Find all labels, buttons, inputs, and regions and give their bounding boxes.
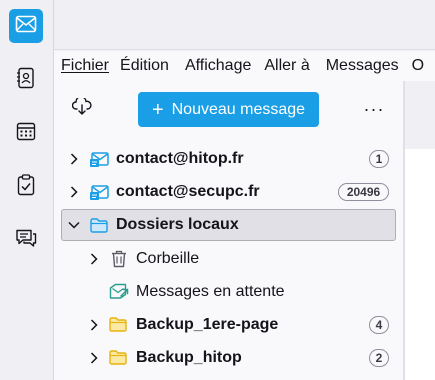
calendar-space-button[interactable]: [9, 116, 43, 150]
chevron-right-icon[interactable]: [88, 351, 100, 365]
chevron-right-icon[interactable]: [88, 318, 100, 332]
folder-tree-row-account-hitop[interactable]: contact@hitop.fr 1: [61, 143, 396, 174]
mail-icon: [15, 15, 37, 38]
tasks-space-button[interactable]: [9, 170, 43, 204]
unread-count-badge: 20496: [338, 182, 389, 201]
folder-label: Backup_1ere-page: [136, 315, 279, 333]
folder-tree-row-trash[interactable]: Corbeille: [61, 243, 396, 274]
local-folders-icon: [89, 216, 109, 234]
thread-pane: [405, 81, 435, 380]
menu-edition[interactable]: Édition: [120, 57, 169, 75]
folder-tree-row-account-secupc[interactable]: contact@secupc.fr 20496: [61, 176, 396, 207]
trash-icon: [109, 250, 129, 268]
outbox-icon: [109, 283, 129, 301]
folder-label: Dossiers locaux: [116, 216, 239, 233]
address-book-icon: [16, 67, 36, 94]
spaces-toolbar: [0, 0, 54, 380]
chat-icon: [15, 228, 37, 253]
folder-label: Backup_hitop: [136, 348, 242, 366]
message-list-area: [405, 149, 435, 380]
unread-count-badge: 2: [369, 348, 389, 367]
folder-tree-row-local-folders[interactable]: Dossiers locaux: [61, 209, 396, 241]
folder-tree-row-backup-hitop[interactable]: Backup_hitop 2: [61, 342, 396, 373]
menubar: Fichier Édition Affichage Aller à Messag…: [54, 51, 435, 81]
menu-fichier[interactable]: Fichier: [61, 57, 109, 75]
new-message-label: Nouveau message: [171, 100, 306, 118]
folder-label: contact@secupc.fr: [116, 182, 260, 200]
chevron-right-icon[interactable]: [68, 185, 80, 199]
mail-account-icon: [90, 183, 110, 201]
unread-count-badge: 1: [369, 149, 389, 168]
folder-label: Messages en attente: [136, 282, 285, 300]
chevron-right-icon[interactable]: [68, 152, 80, 166]
mail-space-button[interactable]: [9, 9, 43, 43]
calendar-icon: [16, 121, 36, 146]
chevron-right-icon[interactable]: [88, 252, 100, 266]
more-options-label: ···: [363, 98, 385, 119]
new-message-button[interactable]: + Nouveau message: [138, 92, 319, 127]
menu-affichage[interactable]: Affichage: [185, 57, 251, 75]
unread-count-badge: 4: [369, 315, 389, 334]
tasks-icon: [17, 173, 35, 201]
folder-pane-header: + Nouveau message ···: [54, 81, 404, 139]
get-messages-icon: [71, 95, 92, 121]
folder-pane: + Nouveau message ··· contact@hitop.fr 1…: [54, 81, 404, 380]
chat-space-button[interactable]: [9, 223, 43, 257]
folder-label: contact@hitop.fr: [116, 149, 244, 167]
get-messages-button[interactable]: [68, 95, 96, 123]
folder-tree-row-backup-1ere-page[interactable]: Backup_1ere-page 4: [61, 309, 396, 340]
title-strip: [54, 0, 435, 50]
menu-messages[interactable]: Messages: [326, 57, 399, 75]
folder-tree-row-outbox[interactable]: Messages en attente: [61, 276, 396, 307]
folder-label: Corbeille: [136, 249, 200, 267]
menu-outils[interactable]: O: [412, 57, 424, 75]
chevron-down-icon[interactable]: [68, 218, 80, 232]
address-book-space-button[interactable]: [9, 63, 43, 97]
folder-icon: [108, 316, 128, 334]
mail-account-icon: [90, 150, 110, 168]
plus-icon: +: [151, 98, 164, 121]
menu-aller-a[interactable]: Aller à: [264, 57, 309, 75]
folder-icon: [108, 349, 128, 367]
more-options-button[interactable]: ···: [360, 95, 388, 123]
